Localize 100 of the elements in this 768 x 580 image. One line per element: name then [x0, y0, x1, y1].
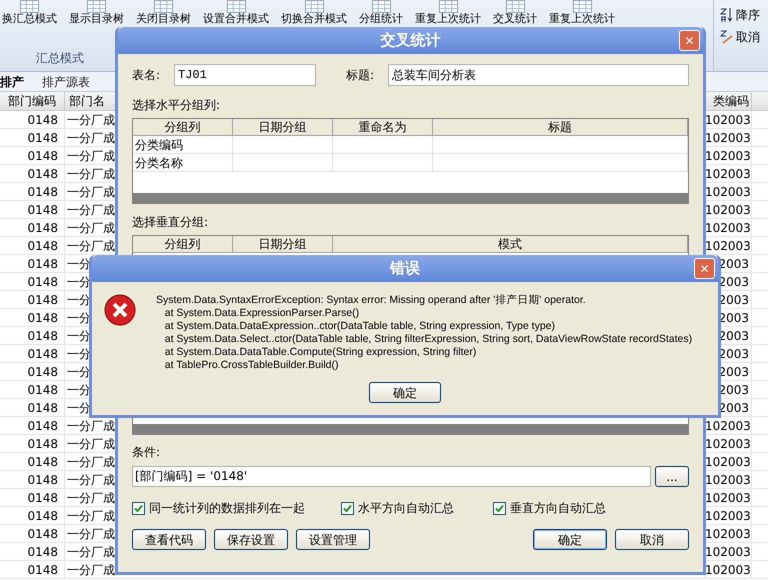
- table-cell: 0148: [0, 111, 65, 128]
- table-icon: [86, 0, 107, 13]
- table-cell: 一分: [67, 365, 91, 379]
- table-cell: 一分厂成: [67, 149, 115, 163]
- dialog-button[interactable]: 设置管理: [296, 529, 370, 550]
- column-header: 部门名: [69, 94, 105, 108]
- close-button[interactable]: ✕: [679, 30, 700, 51]
- table-cell: 0148: [0, 273, 65, 290]
- table-cell: 一分厂成: [67, 455, 115, 469]
- table-icon: [304, 0, 324, 13]
- checkbox-label: 垂直方向自动汇总: [510, 500, 606, 517]
- table-cell: 0148: [0, 561, 65, 578]
- table-cell: 0148: [0, 147, 65, 164]
- table-cell: 0148: [0, 201, 65, 218]
- table-cell: 一分厂成: [67, 221, 115, 235]
- table-cell: 一分厂成: [67, 203, 115, 217]
- ribbon-button[interactable]: 重复上次统计: [413, 0, 483, 26]
- column-header: 日期分组: [233, 236, 333, 252]
- checkbox[interactable]: [493, 502, 506, 514]
- table-cell: 0148: [0, 165, 65, 182]
- dialog-title: 错误: [390, 258, 420, 280]
- sort-button[interactable]: 取消: [720, 28, 760, 46]
- table-cell: 一分厂成: [67, 419, 115, 433]
- table-cell: 一分: [67, 383, 91, 397]
- table-cell: 分类名称: [135, 156, 183, 170]
- sort-cancel-icon: [720, 29, 734, 45]
- checkbox[interactable]: [341, 502, 354, 514]
- cancel-button[interactable]: 取消: [615, 529, 689, 550]
- table-cell: 0148: [0, 399, 65, 416]
- table-cell: 一分厂成: [67, 167, 115, 181]
- table-cell: 0148: [0, 363, 65, 380]
- close-button[interactable]: ✕: [694, 258, 715, 279]
- table-icon: [504, 0, 526, 13]
- column-header: 分组列: [133, 236, 233, 252]
- table-cell: 0148: [0, 345, 65, 362]
- dialog-button[interactable]: 保存设置: [214, 529, 288, 550]
- column-header: 分组列: [133, 119, 233, 135]
- field-label: 表名:: [132, 67, 162, 84]
- table-cell: 一分: [67, 275, 91, 289]
- ribbon-button[interactable]: 关闭目录树: [134, 0, 193, 26]
- error-message-line: at System.Data.ExpressionParser.Parse(): [164, 307, 360, 320]
- error-message-line: at System.Data.DataTable.Compute(String expression, String filter): [164, 346, 478, 359]
- ribbon-button[interactable]: 显示目录树: [67, 0, 126, 26]
- ribbon-button[interactable]: 设置合并模式: [201, 0, 271, 26]
- table-cell: 0148: [0, 543, 65, 560]
- column-header: 模式: [333, 236, 688, 252]
- table-cell: 0148: [0, 525, 65, 542]
- sheet-tab[interactable]: 排产源表: [42, 72, 90, 90]
- input-field[interactable]: TJ01: [174, 64, 316, 86]
- table-cell: 一分: [67, 257, 91, 271]
- table-cell: 一分: [67, 311, 91, 325]
- ribbon-button[interactable]: 换汇总模式: [0, 0, 59, 26]
- table-cell: 一分厂成: [67, 527, 115, 541]
- group-label: 汇总模式: [35, 50, 85, 67]
- table-cell: 0148: [0, 453, 65, 470]
- browse-button[interactable]: ...: [655, 466, 689, 487]
- column-header: 日期分组: [233, 119, 333, 135]
- section-label: 选择水平分组列:: [132, 97, 220, 114]
- table-icon: [370, 0, 392, 13]
- sort-button[interactable]: 降序: [720, 6, 760, 24]
- ok-button[interactable]: 确定: [369, 382, 441, 403]
- table-cell: 0148: [0, 129, 65, 146]
- column-header: 标题: [433, 119, 688, 135]
- table-cell: 一分厂成: [67, 239, 115, 253]
- table-cell: 一分厂成: [67, 113, 115, 127]
- dialog-title: 交叉统计: [380, 30, 440, 52]
- table-cell: 0148: [0, 471, 65, 488]
- table-cell: 0148: [0, 381, 65, 398]
- table-cell: 分类编码: [135, 138, 183, 152]
- table-cell: 0148: [0, 255, 65, 272]
- table-icon: [19, 0, 40, 13]
- ribbon-button[interactable]: 分组统计: [357, 0, 405, 26]
- error-message-line: at System.Data.DataExpression..ctor(DataTable table, String expression, Type type): [164, 320, 556, 333]
- table-cell: 一分厂成: [67, 185, 115, 199]
- table-cell: 一分: [67, 329, 91, 343]
- section-label: 选择垂直分组:: [132, 214, 208, 231]
- dialog-button[interactable]: 查看代码: [132, 529, 206, 550]
- ribbon-button[interactable]: 切换合并模式: [279, 0, 349, 26]
- table-icon: [572, 0, 592, 13]
- ribbon-button[interactable]: 交叉统计: [491, 0, 539, 26]
- column-header: 部门编码: [0, 92, 65, 110]
- ribbon-button[interactable]: 重复上次统计: [547, 0, 617, 26]
- checkbox[interactable]: [132, 502, 145, 514]
- table-cell: 0148: [0, 435, 65, 452]
- table-cell: 一分厂成: [67, 509, 115, 523]
- table-cell: 一分厂成: [67, 437, 115, 451]
- input-field[interactable]: [部门编码] = '0148': [132, 466, 651, 487]
- table-cell: 一分: [67, 347, 91, 361]
- table-cell: 0148: [0, 183, 65, 200]
- checkbox-label: 同一统计列的数据排列在一起: [149, 500, 305, 517]
- error-icon: [104, 294, 136, 326]
- sheet-tab[interactable]: 排产: [0, 72, 24, 90]
- table-cell: 一分: [67, 293, 91, 307]
- ok-button[interactable]: 确定: [533, 529, 607, 550]
- table-cell: 一分: [67, 401, 91, 415]
- field-label: 标题:: [346, 67, 376, 84]
- input-field[interactable]: 总装车间分析表: [388, 64, 689, 86]
- table-icon: [226, 0, 246, 13]
- table-icon: [438, 0, 458, 13]
- table-cell: 0148: [0, 489, 65, 506]
